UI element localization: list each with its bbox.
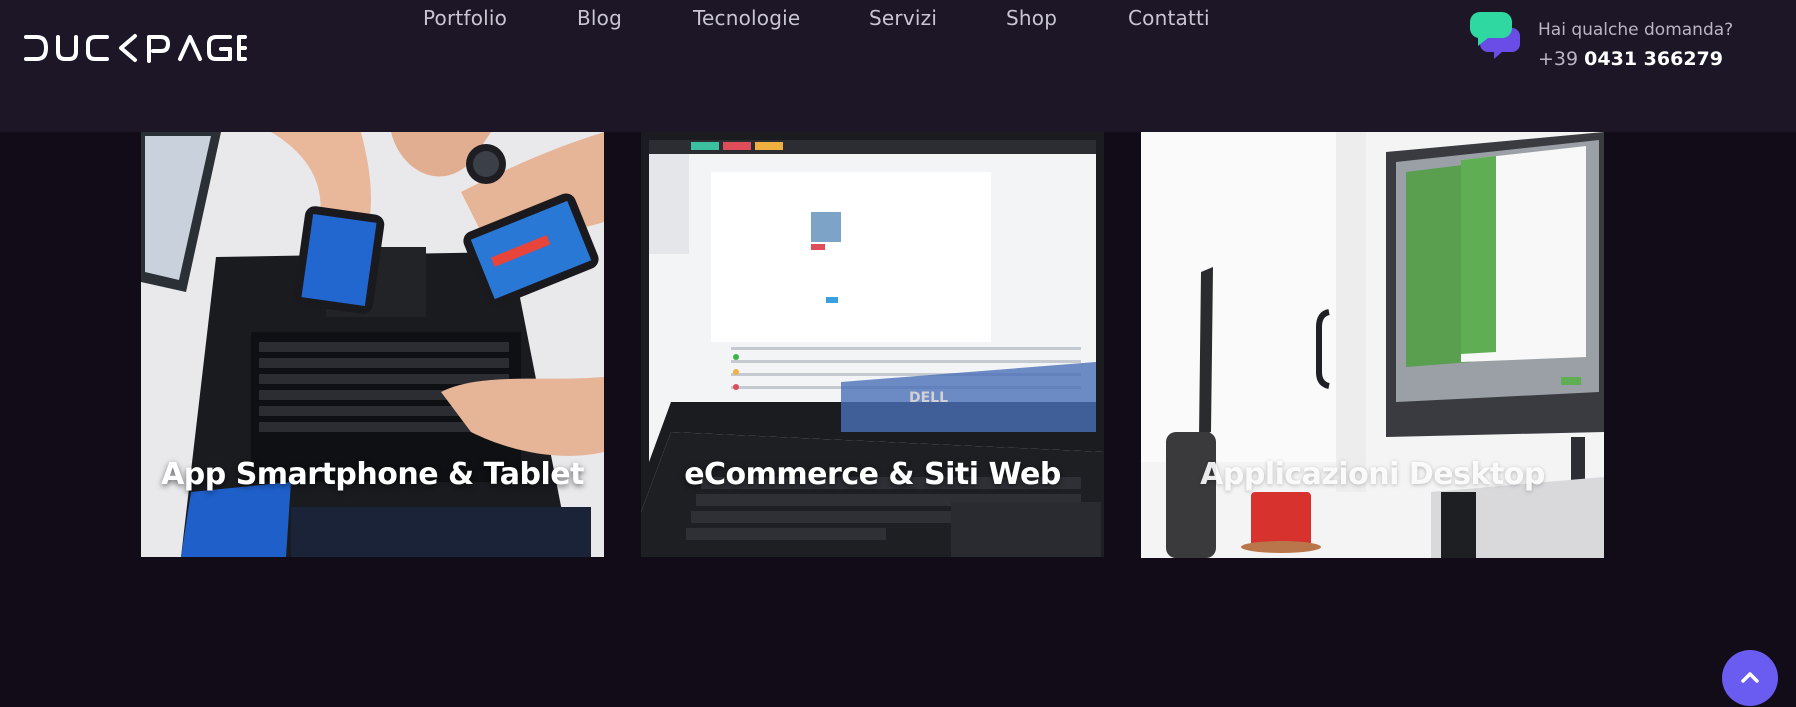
service-card-app[interactable]: App Smartphone & Tablet xyxy=(141,132,604,557)
contact-question: Hai qualche domanda? xyxy=(1538,20,1734,40)
desktop-monitor-office-image xyxy=(1141,132,1604,558)
chat-bubbles-icon xyxy=(1469,12,1520,59)
card-title: eCommerce & Siti Web xyxy=(684,457,1061,492)
card-title: App Smartphone & Tablet xyxy=(161,457,584,492)
nav-item-contatti[interactable]: Contatti xyxy=(1128,6,1210,30)
nav-item-portfolio[interactable]: Portfolio xyxy=(423,6,507,30)
duckpage-logo-icon xyxy=(24,34,247,63)
nav-item-servizi[interactable]: Servizi xyxy=(869,6,937,30)
scroll-to-top-button[interactable] xyxy=(1722,650,1778,706)
dell-logo-icon: DELL xyxy=(909,390,948,406)
laptop-web-admin-image: DELL xyxy=(641,132,1104,557)
hands-phones-laptop-image xyxy=(141,132,604,557)
site-header: Portfolio Blog Tecnologie Servizi Shop C… xyxy=(0,0,1796,132)
nav-item-blog[interactable]: Blog xyxy=(577,6,622,30)
service-card-desktop[interactable]: Applicazioni Desktop xyxy=(1141,132,1604,558)
service-card-ecommerce[interactable]: DELL eCommerce & Siti Web xyxy=(641,132,1104,557)
nav-item-shop[interactable]: Shop xyxy=(1006,6,1057,30)
phone-number: 0431 366279 xyxy=(1584,48,1723,70)
chevron-up-icon xyxy=(1741,672,1759,683)
contact-box: Hai qualche domanda? +39 0431 366279 xyxy=(1468,10,1788,70)
nav-item-tecnologie[interactable]: Tecnologie xyxy=(693,6,800,30)
brand-logo[interactable] xyxy=(23,30,248,66)
contact-phone[interactable]: +39 0431 366279 xyxy=(1538,48,1723,70)
card-title: Applicazioni Desktop xyxy=(1200,457,1545,492)
phone-prefix: +39 xyxy=(1538,48,1579,70)
